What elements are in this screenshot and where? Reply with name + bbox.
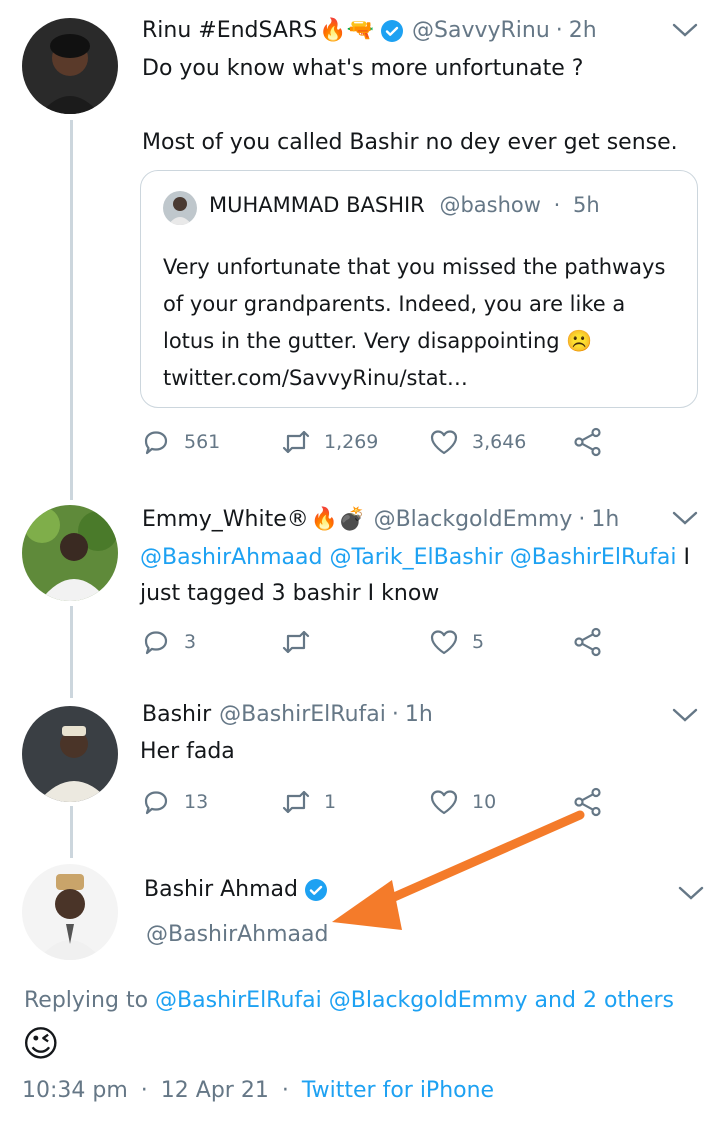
like-button[interactable]: 3,646 [428,426,526,458]
chevron-down-icon[interactable] [672,707,698,723]
tweet-text: @BashirAhmaad @Tarik_ElBashir @BashirElR… [140,540,690,576]
avatar[interactable] [22,505,118,601]
quote-author-name: MUHAMMAD BASHIR [209,193,425,217]
timestamp[interactable]: 1h [591,507,619,532]
thread-line [70,606,73,698]
chevron-down-icon[interactable] [678,885,704,901]
share-button[interactable] [572,626,604,658]
tweet-text: Her fada [140,739,235,764]
author-handle[interactable]: @BashirElRufai [219,702,386,727]
verified-icon [381,19,403,42]
quote-timestamp: 5h [573,193,600,217]
retweet-button[interactable]: 1,269 [280,426,378,458]
tweet-metadata: 10:34 pm · 12 Apr 21 · Twitter for iPhon… [22,1078,494,1103]
retweet-button[interactable] [280,626,324,658]
retweet-icon [282,630,310,654]
quote-author-handle: @bashow [439,193,541,217]
avatar[interactable] [22,18,118,114]
replying-and: and [527,988,583,1013]
tweet-text-tail: I [676,545,691,570]
like-count: 10 [472,791,497,813]
retweet-button[interactable]: 1 [280,786,336,818]
replying-to: Replying to @BashirElRufai @BlackgoldEmm… [24,988,674,1013]
reply-icon [144,431,168,455]
like-icon [430,630,458,655]
replying-mentions[interactable]: @BashirElRufai @BlackgoldEmmy [155,988,528,1013]
author-name[interactable]: Bashir Ahmad [144,877,298,902]
tweet-source[interactable]: Twitter for iPhone [302,1078,494,1103]
avatar[interactable] [22,706,118,802]
author-name[interactable]: Emmy_White® [142,507,309,532]
reply-button[interactable]: 561 [140,426,220,458]
retweet-icon [282,430,310,454]
reply-count: 3 [184,631,197,653]
author-handle[interactable]: @BlackgoldEmmy [374,507,573,532]
tweet-header: Emmy_White® 🔥💣 @BlackgoldEmmy · 1h [142,507,619,532]
author-handle[interactable]: @SavvyRinu [412,18,550,43]
replying-prefix: Replying to [24,988,156,1013]
share-icon [574,787,601,817]
tweet-date: 12 Apr 21 [160,1078,269,1103]
chevron-down-icon[interactable] [672,510,698,526]
like-count: 3,646 [472,431,527,453]
reply-button[interactable]: 13 [140,786,208,818]
separator: · [553,193,561,217]
like-button[interactable]: 10 [428,786,496,818]
separator: · [281,1078,289,1103]
avatar[interactable] [22,864,118,960]
verified-icon [305,878,327,901]
mention-links[interactable]: @BashirAhmaad @Tarik_ElBashir @BashirElR… [140,545,677,570]
reply-count: 13 [184,791,209,813]
main-tweet-author: Bashir Ahmad [144,877,328,902]
tweet-text: Most of you called Bashir no dey ever ge… [142,130,678,155]
name-emojis: 🔥🔫 [319,18,374,43]
quote-text: Very unfortunate that you missed the pat… [163,255,666,390]
main-tweet-text: 😉 [22,1024,60,1065]
retweet-count: 1,269 [324,431,379,453]
share-button[interactable] [572,426,604,458]
share-icon [574,627,601,657]
avatar [163,191,197,225]
tweet-time: 10:34 pm [22,1078,128,1103]
share-icon [574,427,601,457]
tweet-actions: 13 1 10 [140,786,620,822]
name-emojis: 🔥💣 [310,507,366,532]
separator: · [555,18,563,43]
reply-icon [144,791,168,815]
reply-button[interactable]: 3 [140,626,196,658]
separator: · [140,1078,148,1103]
thread-line [70,806,73,858]
like-button[interactable]: 5 [428,626,484,658]
author-handle[interactable]: @BashirAhmaad [146,922,329,947]
retweet-count: 1 [324,791,337,813]
tweet-header: Rinu #EndSARS 🔥🔫 @SavvyRinu · 2h [142,18,597,43]
tweet-header: Bashir @BashirElRufai · 1h [142,702,433,727]
separator: · [578,507,586,532]
like-icon [430,790,458,815]
chevron-down-icon[interactable] [672,22,698,38]
replying-others-link[interactable]: 2 others [583,988,674,1013]
author-name[interactable]: Bashir [142,702,211,727]
share-button[interactable] [572,786,604,818]
tweet-text: just tagged 3 bashir I know [140,581,440,606]
tweet-actions: 561 1,269 3,646 [140,426,620,462]
separator: · [391,702,399,727]
tweet-actions: 3 5 [140,626,620,662]
tweet-text: Do you know what's more unfortunate ? [142,56,584,81]
retweet-icon [282,790,310,814]
like-count: 5 [472,631,485,653]
author-name[interactable]: Rinu #EndSARS [142,18,317,43]
quoted-tweet[interactable]: MUHAMMAD BASHIR @bashow · 5h Very unfort… [140,170,698,408]
timestamp[interactable]: 2h [569,18,597,43]
reply-icon [144,631,168,655]
reply-count: 561 [184,431,221,453]
timestamp[interactable]: 1h [405,702,433,727]
thread-line [70,120,73,500]
like-icon [430,430,458,455]
quote-header: MUHAMMAD BASHIR @bashow · 5h [209,193,600,217]
